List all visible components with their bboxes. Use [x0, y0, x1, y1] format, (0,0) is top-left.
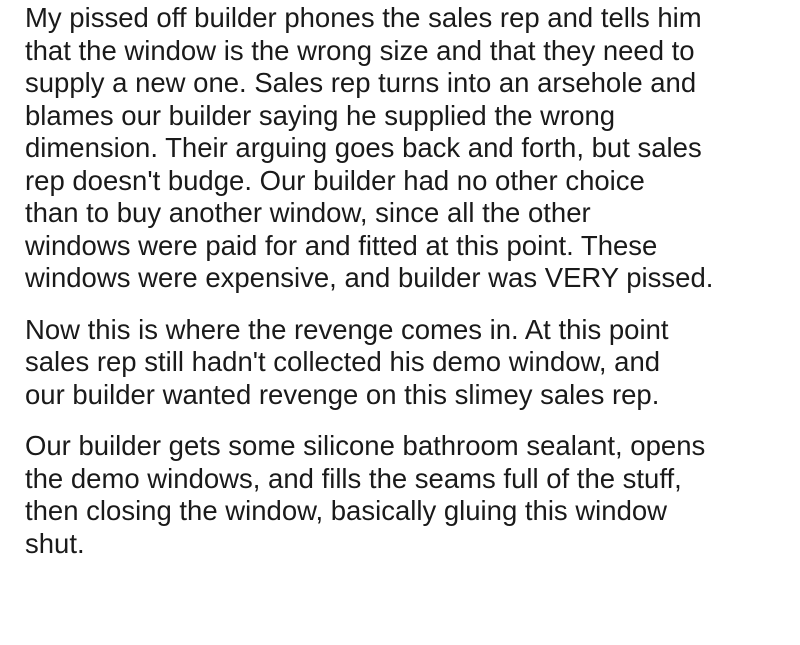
text-line: windows were expensive, and builder was … — [25, 262, 714, 293]
text-line: the demo windows, and fills the seams fu… — [25, 462, 682, 494]
text-line: that the window is the wrong size and th… — [25, 34, 695, 66]
text-line: Our builder gets some silicone bathroom … — [25, 430, 706, 461]
text-line: than to buy another window, since all th… — [25, 197, 591, 228]
text-line: then closing the window, basically gluin… — [25, 495, 668, 526]
paragraph-3: Our builder gets some silicone bathroom … — [25, 430, 795, 560]
story-text: My pissed off builder phones the sales r… — [0, 0, 795, 560]
paragraph-1: My pissed off builder phones the sales r… — [25, 2, 795, 295]
text-line: supply a new one. Sales rep turns into a… — [25, 67, 697, 98]
text-line: windows were paid for and fitted at this… — [25, 229, 658, 261]
text-line: sales rep still hadn't collected his dem… — [25, 346, 661, 377]
text-line: our builder wanted revenge on this slime… — [25, 378, 660, 410]
text-line: shut. — [25, 527, 85, 559]
text-line: My pissed off builder phones the sales r… — [25, 2, 702, 33]
text-line: rep doesn't budge. Our builder had no ot… — [25, 164, 645, 196]
paragraph-2: Now this is where the revenge comes in. … — [25, 314, 795, 412]
text-line: Now this is where the revenge comes in. … — [25, 313, 669, 345]
text-line: dimension. Their arguing goes back and f… — [25, 132, 702, 163]
text-line: blames our builder saying he supplied th… — [25, 99, 616, 131]
